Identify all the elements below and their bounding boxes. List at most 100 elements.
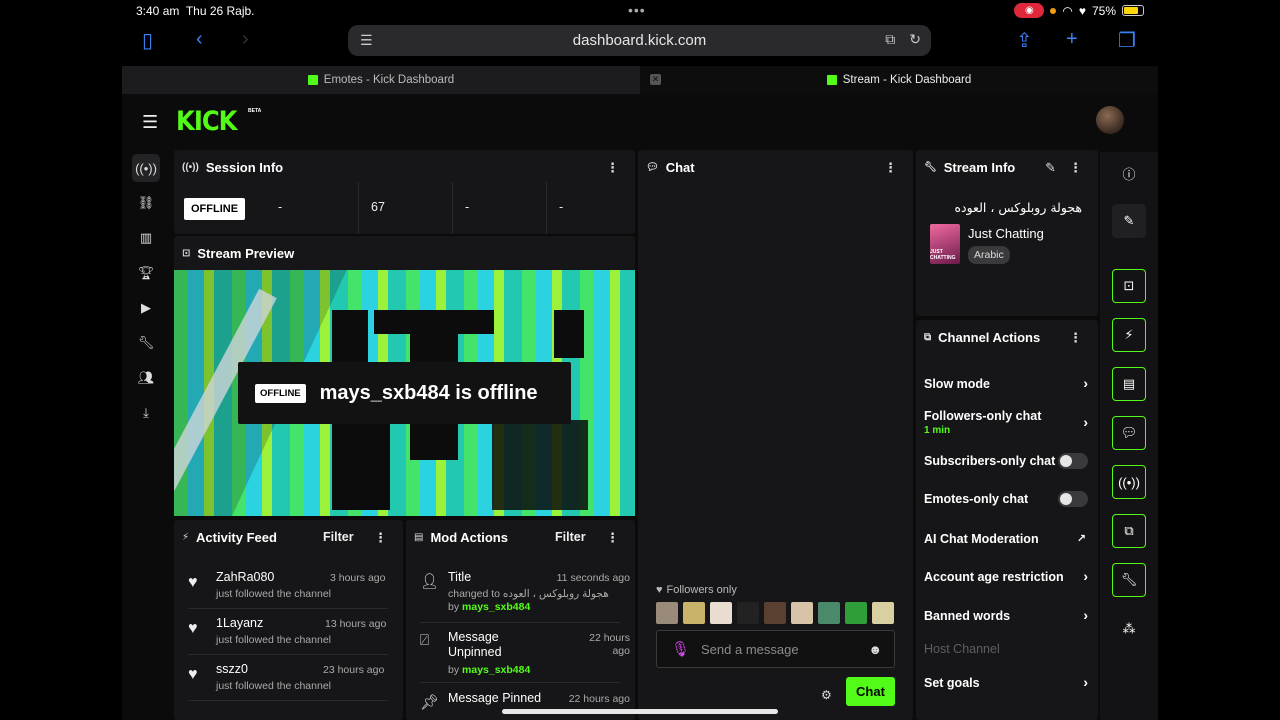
battery-percent: 75% [1091, 3, 1116, 18]
wrench-icon: 🔧︎ [924, 162, 937, 173]
right-rail: ⓘ ✎ ⊡ ⚡︎ ▤ 💬︎ ((•)) ⧉ 🔧︎ ⁂ [1100, 152, 1158, 720]
share-icon[interactable]: ⇪ [1016, 28, 1033, 53]
analytics-nav-icon[interactable]: ▥ [132, 224, 160, 252]
emote-icon[interactable] [845, 602, 867, 624]
stream-info-menu-icon[interactable]: ⋮ [1069, 160, 1082, 176]
new-tab-icon[interactable]: + [1066, 28, 1078, 51]
kick-favicon-icon [826, 75, 837, 85]
broadcast-widget-icon[interactable]: ((•)) [1112, 465, 1146, 499]
download-nav-icon[interactable]: ⤓ [132, 399, 160, 427]
stream-nav-icon[interactable]: ((•)) [132, 154, 160, 182]
emote-icon[interactable] [710, 602, 732, 624]
banned-words-row[interactable]: Banned words › [924, 607, 1088, 623]
lightning-widget-icon[interactable]: ⚡︎ [1112, 318, 1146, 352]
emote-icon[interactable] [818, 602, 840, 624]
activity-feed-header: ⚡︎ Activity Feed [182, 530, 277, 545]
video-nav-icon[interactable]: ▶ [132, 294, 160, 322]
account-age-row[interactable]: Account age restriction › [924, 568, 1088, 584]
menu-icon[interactable]: ☰ [142, 112, 158, 133]
activity-filter-button[interactable]: Filter [323, 530, 354, 544]
channel-actions-icon: ⧉ [924, 332, 932, 343]
mod-actions-header: ▤ Mod Actions [414, 530, 508, 545]
wrench-nav-icon[interactable]: 🔧︎ [132, 329, 160, 357]
chevron-right-icon: › [1083, 568, 1088, 584]
chat-menu-icon[interactable]: ⋮ [884, 160, 897, 176]
chat-widget-icon[interactable]: 💬︎ [1112, 416, 1146, 450]
stream-title: هجولة روبلوكس ، العوده [954, 200, 1082, 215]
stream-info-header: 🔧︎ Stream Info [924, 160, 1016, 175]
url-text: dashboard.kick.com [572, 32, 707, 49]
system-bar: 3:40 am Thu 26 Rajb. ••• ◉ ◠ ♥ 75% ▯ ‹ ›… [0, 0, 1280, 66]
tabs-overview-icon[interactable]: ❐ [1118, 28, 1136, 53]
category-thumbnail[interactable]: JUST CHATTING [930, 224, 960, 264]
offline-badge: OFFLINE [255, 383, 306, 403]
document-widget-icon[interactable]: ▤ [1112, 367, 1146, 401]
forward-icon[interactable]: › [242, 28, 249, 51]
emote-icon[interactable] [872, 602, 894, 624]
stat-followers: 67 [358, 182, 385, 234]
mod-actions-panel: ▤ Mod Actions Filter ⋮ 👤︎ Title 11 second… [406, 520, 635, 720]
trophy-nav-icon[interactable]: 🏆︎ [132, 259, 160, 287]
stream-info-panel: 🔧︎ Stream Info ✎ ⋮ هجولة روبلوكس ، العوده… [916, 150, 1098, 316]
home-indicator[interactable] [502, 709, 778, 714]
mod-filter-button[interactable]: Filter [555, 530, 586, 544]
back-icon[interactable]: ‹ [196, 28, 203, 51]
moderator-link[interactable]: mays_sxb484 [462, 664, 530, 676]
session-info-menu-icon[interactable]: ⋮ [606, 160, 619, 176]
chat-input[interactable]: 🎙︎ Send a message ☻ [656, 630, 895, 668]
set-goals-row[interactable]: Set goals › [924, 674, 1088, 690]
gear-icon[interactable]: ⚙ [821, 688, 832, 702]
avatar[interactable] [1096, 106, 1124, 134]
screen-record-icon: ◉ [1014, 3, 1045, 18]
slow-mode-row[interactable]: Slow mode › [924, 375, 1088, 391]
address-bar[interactable]: ☰ dashboard.kick.com ⧉ ↻ [348, 25, 931, 56]
unpin-icon: ⍁ [420, 632, 430, 649]
list-item: 👤︎ Title 11 seconds ago changed to هجولة… [420, 570, 630, 613]
emotes-only-toggle[interactable] [1058, 491, 1088, 507]
tab-emotes[interactable]: Emotes - Kick Dashboard [122, 66, 640, 94]
microphone-icon[interactable]: 🎙︎ [671, 640, 690, 658]
more-dots-icon[interactable]: ••• [628, 2, 646, 18]
lightning-icon: ⚡︎ [182, 532, 190, 543]
more-widgets-icon[interactable]: ⁂ [1112, 612, 1146, 646]
chat-placeholder: Send a message [701, 641, 799, 657]
preview-widget-icon[interactable]: ⊡ [1112, 269, 1146, 303]
wifi-icon: ◠ [1062, 3, 1073, 18]
kick-logo[interactable]: KICK [176, 106, 238, 137]
ai-moderation-row[interactable]: AI Chat Moderation ↗ [924, 532, 1088, 546]
reload-icon[interactable]: ↻ [909, 31, 921, 48]
emote-icon[interactable] [764, 602, 786, 624]
emote-icon[interactable] [683, 602, 705, 624]
emote-icon[interactable] [737, 602, 759, 624]
category-name[interactable]: Just Chatting [968, 226, 1044, 241]
preview-icon: ⊡ [182, 248, 191, 259]
send-chat-button[interactable]: Chat [846, 677, 895, 706]
extension-icon[interactable]: ⧉ [885, 31, 895, 48]
channel-actions-menu-icon[interactable]: ⋮ [1069, 330, 1082, 346]
links-nav-icon[interactable]: ⛓ [132, 189, 160, 217]
status-indicators: ◉ ◠ ♥ 75% [1014, 3, 1144, 18]
activity-menu-icon[interactable]: ⋮ [374, 530, 387, 546]
emote-icon[interactable] [791, 602, 813, 624]
community-nav-icon[interactable]: 👥︎ [132, 364, 160, 392]
sidebar-toggle-icon[interactable]: ▯ [142, 28, 153, 53]
subscribers-only-toggle[interactable] [1058, 453, 1088, 469]
tab-strip: Emotes - Kick Dashboard ✕ Stream - Kick … [122, 66, 1158, 94]
chevron-right-icon: › [1083, 674, 1088, 690]
mod-menu-icon[interactable]: ⋮ [606, 530, 619, 546]
tab-stream[interactable]: ✕ Stream - Kick Dashboard [640, 66, 1158, 94]
emote-icon[interactable] [656, 602, 678, 624]
stat-viewers: - [278, 200, 283, 214]
channel-actions-widget-icon[interactable]: ⧉ [1112, 514, 1146, 548]
moderator-link[interactable]: mays_sxb484 [462, 601, 530, 613]
followers-only-row[interactable]: Followers-only chat 1 min › [924, 409, 1088, 436]
edit-pencil-icon[interactable]: ✎ [1045, 160, 1056, 176]
external-link-icon: ↗ [1076, 533, 1086, 545]
edit-icon[interactable]: ✎ [1112, 204, 1146, 238]
close-tab-icon[interactable]: ✕ [650, 74, 661, 85]
chat-panel: 💬︎ Chat ⋮ ♥ Followers only 🎙︎ Send a messa… [638, 150, 913, 720]
emoji-icon[interactable]: ☻ [868, 642, 882, 657]
wrench-widget-icon[interactable]: 🔧︎ [1112, 563, 1146, 597]
info-icon[interactable]: ⓘ [1112, 156, 1146, 190]
page-menu-icon[interactable]: ☰ [360, 32, 373, 49]
